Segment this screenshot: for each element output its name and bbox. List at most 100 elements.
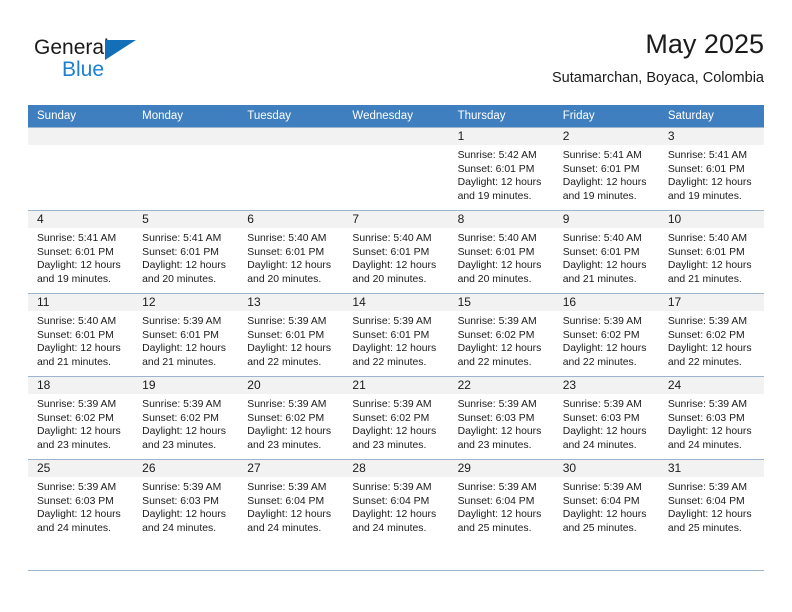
daylight-text-line1: Daylight: 12 hours (457, 509, 542, 521)
daylight-text-line2: and 23 minutes. (352, 439, 427, 451)
day-number: 16 (553, 294, 659, 311)
calendar-day-cell[interactable]: 26 Sunrise: 5:39 AM Sunset: 6:03 PM Dayligh… (133, 459, 239, 542)
weekday-header-saturday: Saturday (658, 105, 764, 127)
day-cell-inner: 16 Sunrise: 5:39 AM Sunset: 6:02 PM Dayligh… (553, 293, 659, 377)
day-number-bar (343, 128, 449, 145)
day-details: Sunrise: 5:40 AM Sunset: 6:01 PM Daylight:… (238, 228, 343, 286)
day-details: Sunrise: 5:39 AM Sunset: 6:04 PM Daylight:… (659, 477, 764, 535)
daylight-text-line1: Daylight: 12 hours (562, 260, 647, 272)
calendar-day-cell[interactable]: 20 Sunrise: 5:39 AM Sunset: 6:02 PM Dayligh… (238, 376, 344, 459)
day-cell-inner: 25 Sunrise: 5:39 AM Sunset: 6:03 PM Dayligh… (28, 459, 134, 543)
calendar-day-cell[interactable]: 21 Sunrise: 5:39 AM Sunset: 6:02 PM Dayligh… (343, 376, 449, 459)
sunset-text: Sunset: 6:04 PM (352, 495, 430, 507)
weekday-header-thursday: Thursday (448, 105, 554, 127)
sunset-text: Sunset: 6:01 PM (37, 329, 114, 341)
sunrise-text: Sunrise: 5:39 AM (667, 482, 747, 493)
calendar-day-cell[interactable]: 14 Sunrise: 5:39 AM Sunset: 6:01 PM Dayligh… (343, 293, 449, 377)
calendar-day-cell[interactable]: 1 Sunrise: 5:42 AM Sunset: 6:01 PM Daylight… (448, 127, 554, 210)
day-number: 6 (238, 211, 344, 228)
sunrise-text: Sunrise: 5:40 AM (562, 233, 642, 244)
daylight-text-line1: Daylight: 12 hours (37, 260, 121, 272)
day-cell-inner: 23 Sunrise: 5:39 AM Sunset: 6:03 PM Dayligh… (553, 376, 659, 460)
day-details: Sunrise: 5:39 AM Sunset: 6:04 PM Daylight:… (449, 477, 554, 535)
day-details: Sunrise: 5:40 AM Sunset: 6:01 PM Daylight:… (343, 228, 448, 286)
calendar-day-cell[interactable]: 6 Sunrise: 5:40 AM Sunset: 6:01 PM Daylight… (238, 210, 344, 293)
weekday-header-monday: Monday (133, 105, 239, 127)
sunset-text: Sunset: 6:04 PM (562, 495, 640, 507)
day-number: 3 (658, 128, 764, 145)
sunrise-text: Sunrise: 5:39 AM (247, 482, 327, 493)
daylight-text-line1: Daylight: 12 hours (142, 426, 226, 438)
daylight-text-line1: Daylight: 12 hours (247, 260, 332, 272)
calendar-day-cell[interactable]: 15 Sunrise: 5:39 AM Sunset: 6:02 PM Dayligh… (448, 293, 554, 376)
daylight-text-line2: and 21 minutes. (667, 273, 742, 285)
weekday-header-friday: Friday (553, 105, 659, 127)
calendar-day-cell[interactable]: 29 Sunrise: 5:39 AM Sunset: 6:04 PM Dayligh… (448, 459, 554, 542)
calendar-day-cell[interactable]: 22 Sunrise: 5:39 AM Sunset: 6:03 PM Dayligh… (448, 376, 554, 459)
day-number-bar (238, 128, 344, 145)
day-details: Sunrise: 5:40 AM Sunset: 6:01 PM Daylight:… (659, 228, 764, 286)
day-cell-inner (343, 127, 449, 211)
calendar-day-cell[interactable]: 30 Sunrise: 5:39 AM Sunset: 6:04 PM Dayligh… (553, 459, 659, 543)
day-number: 30 (553, 460, 659, 477)
calendar-day-cell[interactable]: 24 Sunrise: 5:39 AM Sunset: 6:03 PM Dayligh… (658, 376, 764, 459)
daylight-text-line2: and 20 minutes. (457, 273, 532, 285)
sunset-text: Sunset: 6:03 PM (667, 412, 745, 424)
calendar-day-cell[interactable]: 13 Sunrise: 5:39 AM Sunset: 6:01 PM Dayligh… (238, 293, 344, 377)
sunrise-text: Sunrise: 5:39 AM (457, 399, 537, 410)
sunset-text: Sunset: 6:03 PM (457, 412, 535, 424)
sunset-text: Sunset: 6:02 PM (667, 329, 745, 341)
calendar-day-cell[interactable]: 19 Sunrise: 5:39 AM Sunset: 6:02 PM Dayligh… (133, 376, 239, 459)
calendar-day-cell[interactable]: 23 Sunrise: 5:39 AM Sunset: 6:03 PM Dayligh… (553, 376, 659, 460)
day-cell-inner: 14 Sunrise: 5:39 AM Sunset: 6:01 PM Dayligh… (343, 293, 449, 377)
page-title: May 2025 (645, 29, 764, 59)
day-details: Sunrise: 5:39 AM Sunset: 6:02 PM Daylight:… (343, 394, 448, 452)
day-cell-inner: 7 Sunrise: 5:40 AM Sunset: 6:01 PM Daylight… (343, 210, 449, 294)
sunset-text: Sunset: 6:01 PM (457, 246, 535, 258)
day-number: 19 (133, 377, 239, 394)
day-cell-inner: 27 Sunrise: 5:39 AM Sunset: 6:04 PM Dayligh… (238, 459, 344, 543)
calendar-day-cell[interactable]: 17 Sunrise: 5:39 AM Sunset: 6:02 PM Dayligh… (658, 293, 764, 376)
day-number: 27 (238, 460, 344, 477)
calendar-day-cell[interactable]: 4 Sunrise: 5:41 AM Sunset: 6:01 PM Daylight… (28, 210, 134, 294)
day-number: 4 (28, 211, 134, 228)
calendar-day-cell[interactable]: 8 Sunrise: 5:40 AM Sunset: 6:01 PM Daylight… (448, 210, 554, 294)
calendar-day-cell[interactable]: 28 Sunrise: 5:39 AM Sunset: 6:04 PM Dayligh… (343, 459, 449, 542)
calendar-page: General Blue May 2025 Sutamarchan, Boyac… (0, 0, 792, 612)
calendar-day-cell[interactable]: 25 Sunrise: 5:39 AM Sunset: 6:03 PM Dayligh… (28, 459, 134, 543)
daylight-text-line2: and 25 minutes. (562, 522, 637, 534)
day-cell-inner: 9 Sunrise: 5:40 AM Sunset: 6:01 PM Daylight… (553, 210, 659, 294)
calendar-day-cell[interactable]: 2 Sunrise: 5:41 AM Sunset: 6:01 PM Daylight… (553, 127, 659, 210)
sunrise-text: Sunrise: 5:39 AM (667, 399, 747, 410)
day-details: Sunrise: 5:39 AM Sunset: 6:03 PM Daylight:… (133, 477, 238, 535)
day-number: 18 (28, 377, 134, 394)
sunrise-text: Sunrise: 5:39 AM (142, 399, 222, 410)
day-details: Sunrise: 5:41 AM Sunset: 6:01 PM Daylight:… (554, 145, 659, 203)
day-cell-inner: 4 Sunrise: 5:41 AM Sunset: 6:01 PM Daylight… (28, 210, 134, 294)
calendar-day-cell[interactable]: 10 Sunrise: 5:40 AM Sunset: 6:01 PM Dayligh… (658, 210, 764, 293)
calendar-day-cell[interactable]: 7 Sunrise: 5:40 AM Sunset: 6:01 PM Daylight… (343, 210, 449, 294)
daylight-text-line1: Daylight: 12 hours (142, 509, 226, 521)
day-cell-inner: 13 Sunrise: 5:39 AM Sunset: 6:01 PM Dayligh… (238, 293, 344, 377)
calendar-day-cell[interactable]: 5 Sunrise: 5:41 AM Sunset: 6:01 PM Daylight… (133, 210, 239, 293)
day-number: 10 (658, 211, 764, 228)
calendar-day-cell[interactable]: 11 Sunrise: 5:40 AM Sunset: 6:01 PM Dayligh… (28, 293, 134, 376)
calendar-day-cell[interactable]: 31 Sunrise: 5:39 AM Sunset: 6:04 PM Dayligh… (658, 459, 764, 542)
calendar-day-cell[interactable]: 16 Sunrise: 5:39 AM Sunset: 6:02 PM Dayligh… (553, 293, 659, 377)
sunrise-text: Sunrise: 5:39 AM (562, 482, 642, 493)
sunset-text: Sunset: 6:02 PM (562, 329, 640, 341)
sunset-text: Sunset: 6:01 PM (352, 329, 430, 341)
calendar-day-cell[interactable]: 27 Sunrise: 5:39 AM Sunset: 6:04 PM Dayligh… (238, 459, 344, 543)
sunrise-text: Sunrise: 5:39 AM (562, 399, 642, 410)
day-number: 31 (658, 460, 764, 477)
sunset-text: Sunset: 6:02 PM (352, 412, 430, 424)
calendar-day-cell[interactable]: 12 Sunrise: 5:39 AM Sunset: 6:01 PM Dayligh… (133, 293, 239, 376)
calendar-day-cell[interactable]: 9 Sunrise: 5:40 AM Sunset: 6:01 PM Daylight… (553, 210, 659, 294)
calendar-day-cell[interactable]: 18 Sunrise: 5:39 AM Sunset: 6:02 PM Dayligh… (28, 376, 134, 459)
calendar-day-cell[interactable]: 3 Sunrise: 5:41 AM Sunset: 6:01 PM Daylight… (658, 127, 764, 210)
day-number: 1 (448, 128, 554, 145)
day-cell-inner: 8 Sunrise: 5:40 AM Sunset: 6:01 PM Daylight… (448, 210, 554, 294)
logo-text-blue: Blue (62, 58, 105, 81)
day-cell-inner: 30 Sunrise: 5:39 AM Sunset: 6:04 PM Dayligh… (553, 459, 659, 543)
daylight-text-line1: Daylight: 12 hours (667, 343, 752, 355)
